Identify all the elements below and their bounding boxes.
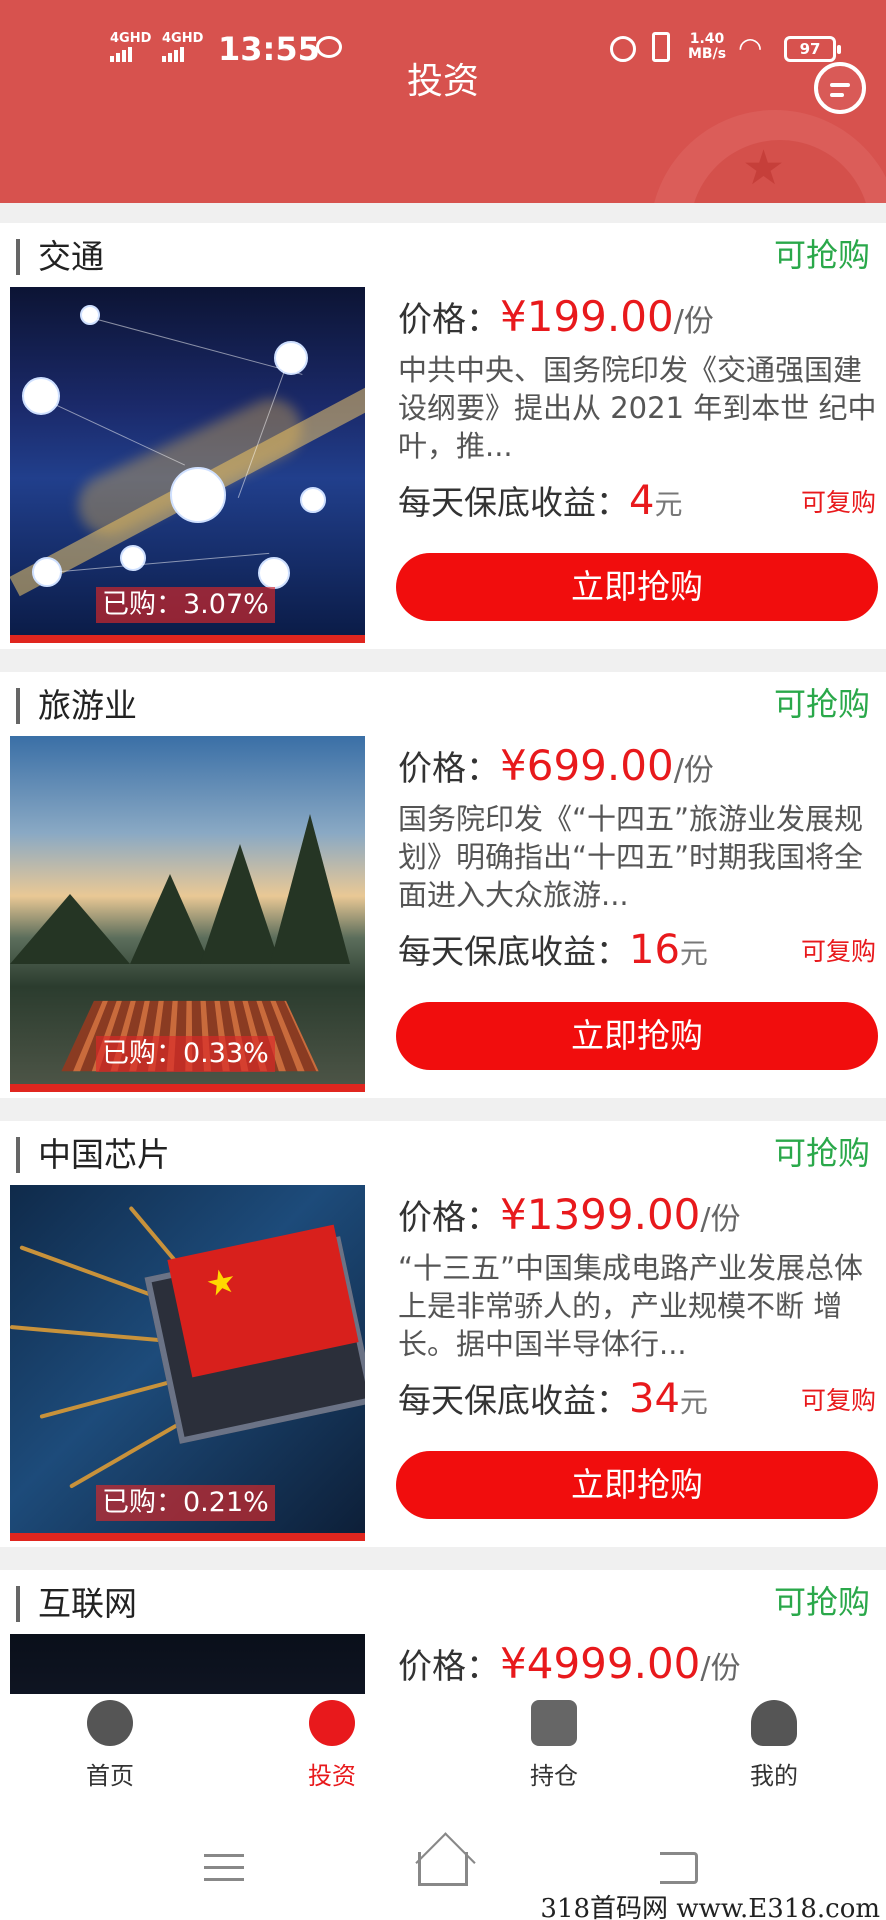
header-star-icon: ★ [742,140,786,196]
price-value: ¥4999.00 [500,1639,701,1688]
truck-icon [258,557,290,589]
traffic-light-icon [300,487,326,513]
product-card-transport[interactable]: 交通 可抢购 已购：3.07% 价格：¥199.00/份 中共中央、国务院印发《… [0,223,886,649]
nav-item-invest[interactable]: 投资 [272,1700,392,1791]
bridge-icon [22,377,60,415]
product-image-transport[interactable]: 已购：3.07% [10,287,365,643]
income-label: 每天保底收益： [398,1381,629,1420]
bought-percentage: 已购：0.33% [96,1036,275,1072]
product-title: 中国芯片 [16,1137,170,1173]
income-value: 16 [629,927,680,973]
nav-label: 投资 [308,1762,356,1790]
price-unit: /份 [673,753,714,788]
signal-label: 4GHD [110,31,152,46]
product-status: 可抢购 [773,1583,870,1621]
product-description: “十三五”中国集成电路产业发展总体上是非常骄人的，产业规模不断 增长。据中国半导… [398,1251,864,1361]
buy-now-button[interactable]: 立即抢购 [396,1451,878,1519]
price-label: 价格： [398,1198,500,1238]
bought-percentage: 已购：3.07% [96,587,275,623]
income-row: 每天保底收益：4元 [398,477,682,529]
income-unit: 元 [679,937,708,970]
repurchase-tag: 可复购 [800,1386,876,1415]
product-image-tourism[interactable]: 已购：0.33% [10,736,365,1092]
repurchase-tag: 可复购 [800,937,876,966]
mountain-decoration [270,814,350,964]
bought-progress-bar [10,1084,11,1092]
repurchase-tag: 可复购 [800,488,876,517]
product-description: 中共中央、国务院印发《交通强国建设纲要》提出从 2021 年到本世 纪中叶，推.… [398,353,877,463]
wechat-icon [316,36,342,58]
product-card-tourism[interactable]: 旅游业 可抢购 已购：0.33% 价格：¥699.00/份 国务院印发《“十四五… [0,672,886,1098]
product-status: 可抢购 [773,1134,870,1172]
home-globe-icon [87,1700,133,1746]
price-row: 价格：¥4999.00/份 [398,1638,741,1694]
nav-item-home[interactable]: 首页 [50,1700,170,1791]
nav-label: 我的 [750,1762,798,1790]
product-card-chip[interactable]: 中国芯片 可抢购 ★ 已购：0.21% 价格：¥1399.00/份 “十三五”中… [0,1121,886,1547]
message-line-icon [830,83,850,87]
nav-item-profile[interactable]: 我的 [714,1700,834,1791]
price-value: ¥199.00 [500,292,674,341]
product-image-chip[interactable]: ★ 已购：0.21% [10,1185,365,1541]
bought-percentage: 已购：0.21% [96,1485,275,1521]
invest-globe-icon [309,1700,355,1746]
income-unit: 元 [679,1386,708,1419]
bought-progress-bar [10,1533,11,1541]
income-unit: 元 [654,488,683,521]
product-image-internet[interactable] [10,1634,365,1694]
signal-label-2: 4GHD [162,31,204,46]
income-label: 每天保底收益： [398,932,629,971]
price-label: 价格： [398,749,500,789]
price-value: ¥699.00 [500,741,674,790]
income-value: 4 [629,478,655,524]
price-row: 价格：¥1399.00/份 [398,1189,741,1246]
price-label: 价格： [398,1647,500,1687]
product-description: 国务院印发《“十四五”旅游业发展规划》明确指出“十四五”时期我国将全面进入大众旅… [398,802,864,912]
train-icon [120,545,146,571]
network-line [39,397,186,466]
income-row: 每天保底收益：34元 [398,1375,708,1427]
product-title: 互联网 [16,1586,137,1622]
price-unit: /份 [673,304,714,339]
app-header: ★ 4GHD 4GHD 13:55 1.40 MB/s ◠ 97 投资 [0,0,886,203]
net-speed-value: 1.40 [689,31,725,47]
circuit-trace [39,1376,186,1419]
product-title: 交通 [16,239,104,275]
mountain-decoration [130,874,210,964]
product-status: 可抢购 [773,236,870,274]
mountain-decoration [10,894,130,964]
price-unit: /份 [700,1651,741,1686]
income-row: 每天保底收益：16元 [398,926,708,978]
page-title: 投资 [406,61,479,102]
message-line-icon [830,93,844,97]
price-row: 价格：¥699.00/份 [398,740,714,797]
buy-now-button[interactable]: 立即抢购 [396,1002,878,1070]
bottom-navigation: 首页 投资 持仓 我的 [0,1694,886,1812]
product-status: 可抢购 [773,685,870,723]
product-title: 旅游业 [16,688,137,724]
back-icon[interactable] [660,1852,698,1884]
message-button[interactable] [814,62,866,114]
watermark: 318首码网 www.E318.com [540,1888,880,1920]
nav-label: 持仓 [530,1762,578,1790]
buy-now-button[interactable]: 立即抢购 [396,553,878,621]
income-value: 34 [629,1376,680,1422]
nav-label: 首页 [86,1762,134,1790]
income-label: 每天保底收益： [398,483,629,522]
network-line [89,317,303,375]
product-card-internet[interactable]: 互联网 可抢购 价格：¥4999.00/份 [0,1570,886,1694]
holdings-yen-icon [531,1700,577,1746]
price-value: ¥1399.00 [500,1190,701,1239]
circuit-trace [10,1325,170,1343]
profile-person-icon [751,1700,797,1746]
nav-item-holdings[interactable]: 持仓 [494,1700,614,1791]
bought-progress-bar [10,635,21,643]
cloud-icon [80,305,100,325]
price-label: 价格： [398,300,500,340]
car-icon [170,467,226,523]
price-row: 价格：¥199.00/份 [398,291,714,348]
mountain-decoration [200,844,280,964]
price-unit: /份 [700,1202,741,1237]
home-icon[interactable] [418,1852,468,1886]
